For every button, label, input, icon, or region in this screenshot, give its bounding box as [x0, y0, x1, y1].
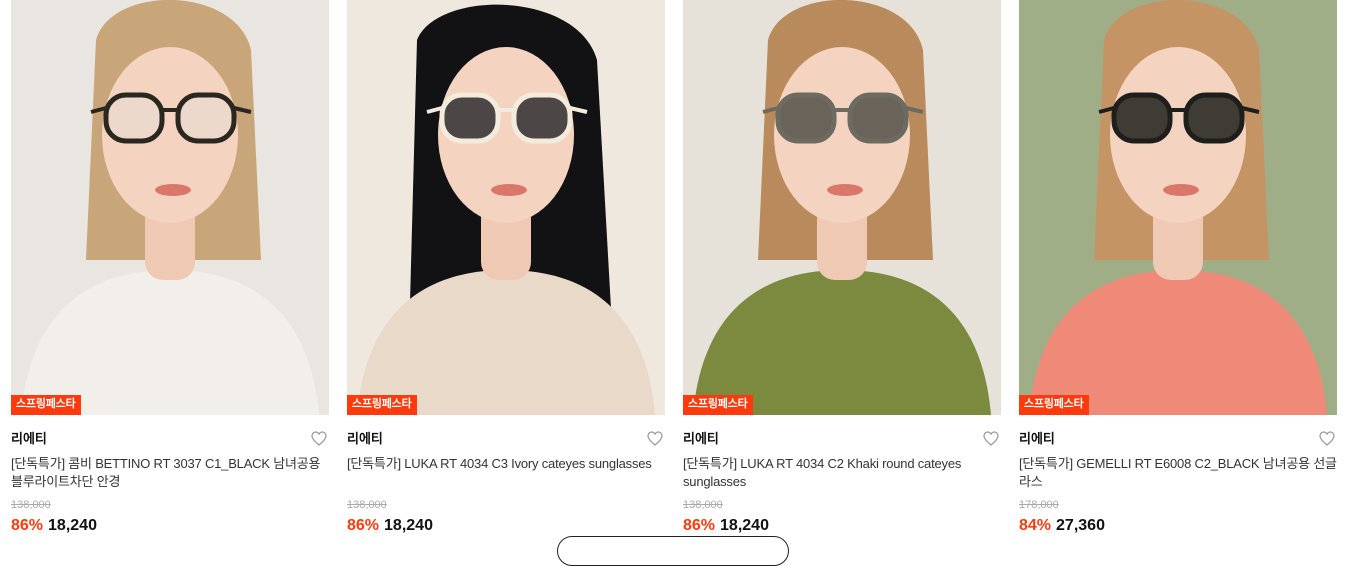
heart-outline-icon[interactable]	[311, 431, 327, 446]
discount-rate: 84%	[1019, 517, 1052, 534]
right-lens	[1183, 92, 1245, 144]
promo-badge: 스프링페스타	[683, 395, 753, 415]
product-title[interactable]: [단독특가] LUKA RT 4034 C2 Khaki round catey…	[683, 455, 1001, 491]
promo-badge: 스프링페스타	[1019, 395, 1089, 415]
promo-badge: 스프링페스타	[11, 395, 81, 415]
product-title[interactable]: [단독특가] 콤비 BETTINO RT 3037 C1_BLACK 남녀공용 …	[11, 455, 329, 491]
lips	[827, 184, 863, 196]
sale-price: 18,240	[384, 517, 433, 534]
sale-price: 18,240	[720, 517, 769, 534]
original-price: 178,000	[1019, 499, 1059, 511]
heart-outline-icon[interactable]	[1319, 431, 1335, 446]
product-card[interactable]: 스프링페스타 리에티 [단독특가] 콤비 BETTINO RT 3037 C1_…	[11, 0, 329, 542]
original-price: 138,000	[11, 499, 51, 511]
product-grid: 스프링페스타 리에티 [단독특가] 콤비 BETTINO RT 3037 C1_…	[11, 0, 1337, 542]
product-card[interactable]: 스프링페스타 리에티 [단독특가] GEMELLI RT E6008 C2_BL…	[1019, 0, 1337, 542]
lips	[1163, 184, 1199, 196]
product-image[interactable]: 스프링페스타	[347, 0, 665, 415]
discount-rate: 86%	[683, 517, 716, 534]
product-title[interactable]: [단독특가] LUKA RT 4034 C3 Ivory cateyes sun…	[347, 455, 665, 491]
heart-outline-icon[interactable]	[647, 431, 663, 446]
promo-badge: 스프링페스타	[347, 395, 417, 415]
product-image[interactable]: 스프링페스타	[1019, 0, 1337, 415]
left-lens	[439, 92, 501, 144]
original-price: 138,000	[683, 499, 723, 511]
heart-outline-icon[interactable]	[983, 431, 999, 446]
left-lens	[775, 92, 837, 144]
sale-price: 18,240	[48, 517, 97, 534]
right-lens	[511, 92, 573, 144]
brand-name[interactable]: 리에티	[11, 431, 329, 447]
discount-rate: 86%	[11, 517, 44, 534]
lips	[491, 184, 527, 196]
left-lens	[103, 92, 165, 144]
discount-rate: 86%	[347, 517, 380, 534]
right-lens	[847, 92, 909, 144]
sale-price: 27,360	[1056, 517, 1105, 534]
left-lens	[1111, 92, 1173, 144]
product-card[interactable]: 스프링페스타 리에티 [단독특가] LUKA RT 4034 C2 Khaki …	[683, 0, 1001, 542]
more-button[interactable]	[557, 536, 789, 566]
model-photo	[683, 0, 1001, 415]
original-price: 138,000	[347, 499, 387, 511]
right-lens	[175, 92, 237, 144]
product-image[interactable]: 스프링페스타	[683, 0, 1001, 415]
brand-name[interactable]: 리에티	[347, 431, 665, 447]
brand-name[interactable]: 리에티	[683, 431, 1001, 447]
brand-name[interactable]: 리에티	[1019, 431, 1337, 447]
model-photo	[347, 0, 665, 415]
product-image[interactable]: 스프링페스타	[11, 0, 329, 415]
model-photo	[1019, 0, 1337, 415]
model-photo	[11, 0, 329, 415]
product-title[interactable]: [단독특가] GEMELLI RT E6008 C2_BLACK 남녀공용 선글…	[1019, 455, 1337, 491]
lips	[155, 184, 191, 196]
product-card[interactable]: 스프링페스타 리에티 [단독특가] LUKA RT 4034 C3 Ivory …	[347, 0, 665, 542]
